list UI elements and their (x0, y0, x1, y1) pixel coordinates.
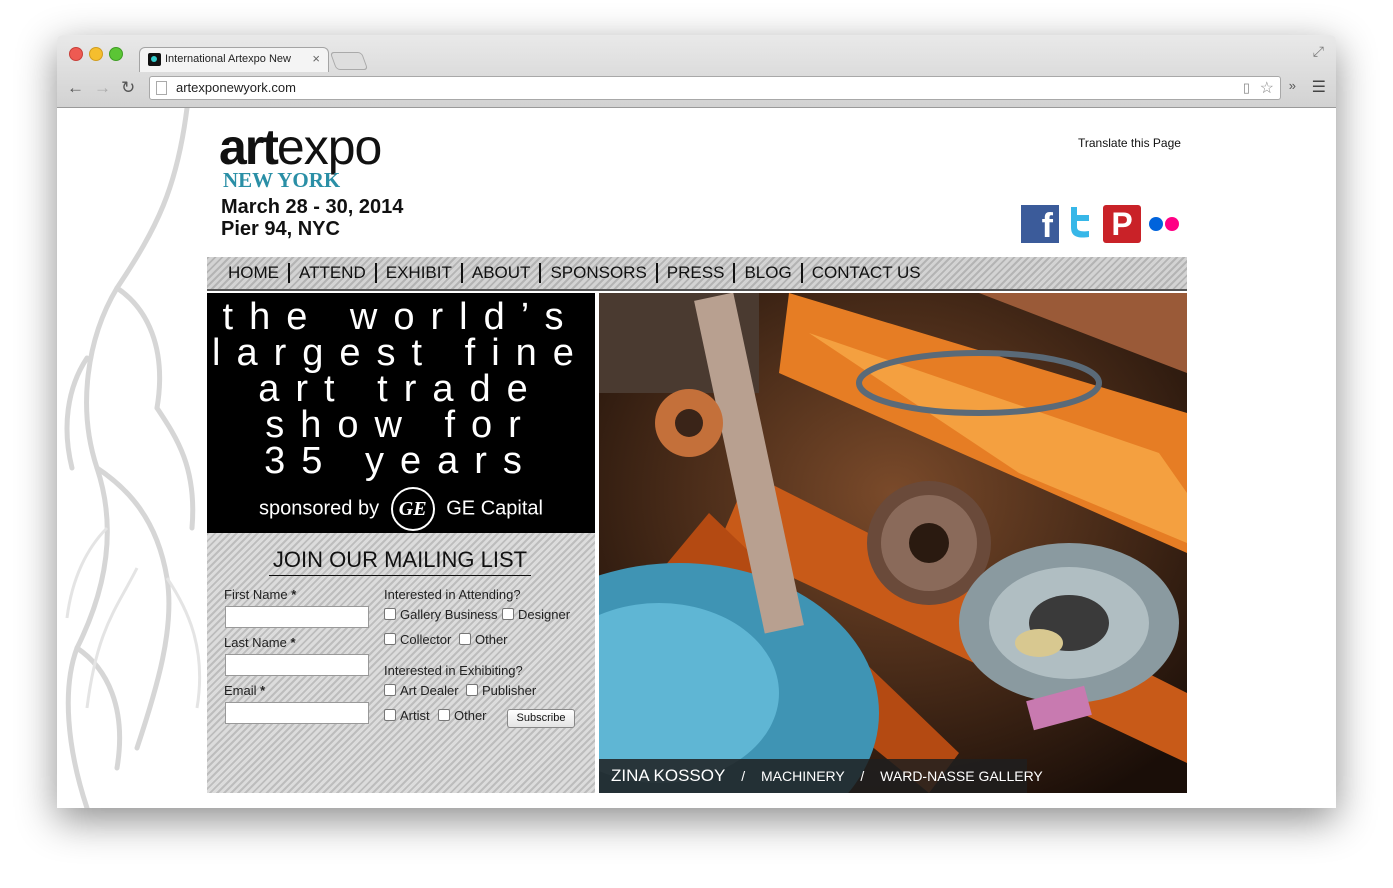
tagline-line: the world’s (222, 296, 580, 338)
checkbox-art-dealer[interactable]: Art Dealer (384, 683, 459, 698)
nav-blog[interactable]: BLOG (735, 263, 803, 283)
minimize-window-button[interactable] (89, 47, 103, 61)
logo-art-text: art (219, 119, 279, 175)
nav-exhibit[interactable]: EXHIBIT (377, 263, 463, 283)
checkbox-attending-other[interactable]: Other (459, 632, 508, 647)
checkbox-designer[interactable]: Designer (502, 607, 570, 622)
page-icon (156, 81, 167, 95)
email-field[interactable] (225, 702, 369, 724)
bookmark-star-icon[interactable]: ☆ (1260, 78, 1274, 98)
caption-separator: / (741, 768, 746, 784)
zoom-window-button[interactable] (109, 47, 123, 61)
twitter-bird-icon (1071, 207, 1089, 238)
exhibiting-label: Interested in Exhibiting? (384, 663, 523, 678)
first-name-field[interactable] (225, 606, 369, 628)
tab-close-icon[interactable]: × (312, 51, 320, 66)
email-label: Email * (224, 683, 266, 698)
web-page: artexpo NEW YORK March 28 - 30, 2014 Pie… (57, 108, 1336, 808)
back-button[interactable]: ← (67, 78, 84, 98)
decorative-branch-graphic (64, 108, 202, 808)
favicon-icon (148, 53, 161, 66)
checkbox-collector[interactable]: Collector (384, 632, 451, 647)
logo-city-text: NEW YORK (223, 168, 341, 192)
tagline-line: 35 years (264, 440, 538, 482)
tagline-banner: the world’s largest fine art trade show … (207, 293, 595, 533)
mailing-list-form: JOIN OUR MAILING LIST First Name * Last … (207, 533, 595, 793)
artexpo-logo[interactable]: artexpo NEW YORK (219, 118, 382, 192)
tagline-line: show for (265, 404, 537, 446)
first-name-label: First Name * (224, 587, 297, 602)
page-action-icon[interactable]: ▯ (1243, 80, 1250, 96)
sponsored-by-text: sponsored by (259, 497, 380, 520)
facebook-icon[interactable]: f (1021, 205, 1059, 245)
nav-contact-us[interactable]: CONTACT US (803, 263, 930, 283)
attending-label: Interested in Attending? (384, 587, 521, 602)
artwork-caption: ZINA KOSSOY / MACHINERY / WARD-NASSE GAL… (599, 759, 1043, 793)
browser-window: International Artexpo New × ⤢ ← → ↻ arte… (57, 35, 1336, 808)
subscribe-button[interactable]: Subscribe (507, 709, 575, 728)
browser-toolbar: International Artexpo New × ⤢ ← → ↻ arte… (57, 35, 1336, 108)
twitter-icon[interactable] (1065, 205, 1103, 243)
event-dates: March 28 - 30, 2014 (221, 196, 404, 218)
nav-press[interactable]: PRESS (658, 263, 736, 283)
chrome-menu-icon[interactable]: ☰ (1312, 77, 1326, 97)
checkbox-exhibiting-other[interactable]: Other (438, 708, 487, 723)
reload-button[interactable]: ↻ (121, 78, 135, 98)
sponsor-name: GE Capital (446, 497, 543, 520)
tab-title: International Artexpo New (165, 53, 291, 65)
artwork-title: MACHINERY (760, 768, 845, 784)
last-name-field[interactable] (225, 654, 369, 676)
mailing-list-title: JOIN OUR MAILING LIST (269, 547, 531, 576)
forward-button[interactable]: → (94, 78, 111, 98)
checkbox-publisher[interactable]: Publisher (466, 683, 536, 698)
main-nav: HOME ATTEND EXHIBIT ABOUT SPONSORS PRESS… (207, 257, 1187, 291)
gallery-name: WARD-NASSE GALLERY (880, 768, 1043, 784)
nav-home[interactable]: HOME (219, 263, 290, 283)
tagline-line: art trade (258, 368, 544, 410)
flickr-blue-dot (1149, 217, 1163, 231)
last-name-label: Last Name * (224, 635, 296, 650)
event-info: March 28 - 30, 2014 Pier 94, NYC (221, 196, 403, 240)
tagline-line: largest fine (212, 332, 590, 374)
fullscreen-icon[interactable]: ⤢ (1313, 43, 1324, 60)
event-venue: Pier 94, NYC (221, 218, 340, 240)
machinery-artwork-graphic (599, 293, 1187, 793)
hero-artwork-image[interactable]: ZINA KOSSOY / MACHINERY / WARD-NASSE GAL… (599, 293, 1187, 793)
checkbox-gallery-business[interactable]: Gallery Business (384, 607, 498, 622)
caption-separator: / (860, 768, 865, 784)
logo-expo-text: expo (276, 119, 382, 175)
sponsor-line: sponsored by GE GE Capital (207, 487, 595, 531)
translate-link[interactable]: Translate this Page (1078, 136, 1181, 150)
pinterest-icon[interactable]: P (1103, 205, 1141, 243)
close-window-button[interactable] (69, 47, 83, 61)
nav-sponsors[interactable]: SPONSORS (541, 263, 658, 283)
flickr-pink-dot (1165, 217, 1179, 231)
url-text[interactable]: artexponewyork.com (176, 80, 296, 95)
artist-name: ZINA KOSSOY (611, 766, 726, 785)
ge-logo-icon: GE (390, 487, 435, 531)
address-bar[interactable]: artexponewyork.com ▯ ☆ (149, 76, 1281, 100)
browser-tab[interactable]: International Artexpo New × (139, 47, 329, 72)
nav-attend[interactable]: ATTEND (290, 263, 377, 283)
extensions-overflow-icon[interactable]: » (1289, 78, 1296, 93)
checkbox-artist[interactable]: Artist (384, 708, 430, 723)
new-tab-button[interactable] (329, 52, 369, 70)
nav-about[interactable]: ABOUT (463, 263, 542, 283)
flickr-icon[interactable] (1147, 205, 1185, 243)
